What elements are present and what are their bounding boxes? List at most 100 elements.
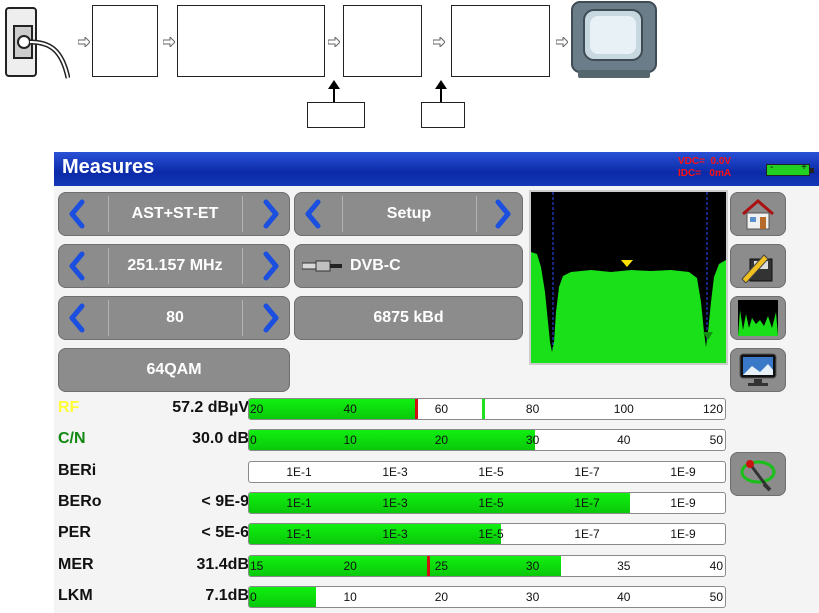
measure-tick-label: 1E-1 — [286, 465, 312, 479]
symbol-rate-button[interactable]: 6875 kBd — [294, 296, 523, 340]
measure-label: PER — [58, 524, 91, 541]
measure-tick-label: 60 — [434, 402, 449, 416]
measure-tick-label: 50 — [709, 590, 723, 604]
diagram-input-box-2 — [421, 102, 465, 128]
measure-tick-label: 10 — [343, 433, 357, 447]
measure-value: < 9E-9 — [201, 493, 249, 510]
home-icon — [742, 199, 774, 230]
measure-value: 7.1dB — [205, 587, 249, 604]
separator — [242, 300, 243, 336]
measure-tick-label: 15 — [250, 559, 264, 573]
battery-plus-sign: + — [801, 162, 807, 173]
battery-icon: - + — [766, 162, 814, 176]
page-title: Measures — [62, 156, 155, 178]
measure-tick-label: 1E-1 — [286, 496, 312, 510]
separator — [108, 248, 109, 284]
measure-label: LKM — [58, 587, 93, 604]
measure-bar-marker — [427, 556, 431, 576]
edit-save-icon — [741, 254, 773, 283]
television-icon — [571, 1, 657, 78]
measure-bar: 1E-1 1E-3 1E-5 1E-7 1E-9 — [248, 492, 726, 514]
separator — [242, 196, 243, 232]
channel-value[interactable]: 80 — [110, 296, 240, 340]
diagram-input-box-1 — [307, 102, 365, 128]
separator — [108, 300, 109, 336]
measure-tick-label: 100 — [613, 402, 634, 416]
measure-bar: 0 10 20 30 40 50 — [248, 429, 726, 451]
measure-tick-label: 40 — [617, 433, 631, 447]
diagram-block-3 — [343, 5, 422, 77]
satellite-value[interactable]: AST+ST-ET — [110, 192, 240, 236]
measure-tick-label: 20 — [434, 590, 449, 604]
measure-label: BERo — [58, 493, 102, 510]
flow-arrow-icon — [78, 37, 90, 47]
measure-tick-label: 30 — [525, 590, 540, 604]
antenna-pointing-button[interactable] — [730, 452, 786, 496]
channel-selector: 80 — [58, 296, 290, 340]
measure-bar: 15 20 25 30 35 40 — [248, 555, 726, 577]
tv-button[interactable] — [730, 348, 786, 392]
measure-bar-fill — [249, 430, 535, 450]
chevron-right-icon[interactable] — [254, 198, 286, 230]
modulation-button[interactable]: 64QAM — [58, 348, 290, 392]
separator — [342, 196, 343, 232]
diagram-block-4 — [451, 5, 550, 77]
measure-bar-marker — [414, 399, 418, 419]
chevron-left-icon[interactable] — [62, 198, 94, 230]
chevron-right-icon[interactable] — [486, 198, 518, 230]
measure-bar-fill — [249, 556, 561, 576]
antenna-pointing-icon — [740, 460, 776, 492]
chevron-right-icon[interactable] — [254, 302, 286, 334]
flow-arrow-icon — [433, 37, 445, 47]
flow-arrow-icon — [556, 37, 568, 47]
measure-tick-label: 50 — [709, 433, 723, 447]
measure-value: 30.0 dB — [192, 430, 249, 447]
measure-bar-fill — [249, 399, 416, 419]
chevron-right-icon[interactable] — [254, 250, 286, 282]
measure-tick-label: 1E-3 — [382, 465, 408, 479]
symbol-rate-value: 6875 kBd — [373, 309, 444, 326]
modulation-value: 64QAM — [146, 361, 202, 378]
chevron-left-icon[interactable] — [62, 250, 94, 282]
measure-label: BERi — [58, 462, 97, 479]
measure-tick-label: 1E-5 — [478, 527, 504, 541]
measure-tick-label: 40 — [343, 402, 357, 416]
measure-label: MER — [58, 556, 94, 573]
flow-arrow-icon — [328, 37, 340, 47]
measures-panel: Measures VDC= 0.0V IDC= 0mA - + AST+ST-E… — [54, 152, 819, 613]
spectrum-button[interactable] — [730, 296, 786, 340]
measure-tick-label: 1E-5 — [478, 496, 504, 510]
input-arrow-head — [328, 80, 340, 89]
measure-tick-label: 0 — [250, 590, 257, 604]
chevron-left-icon[interactable] — [62, 302, 94, 334]
measure-tick-label: 1E-3 — [382, 527, 408, 541]
tv-icon — [739, 353, 777, 386]
flow-arrow-icon — [163, 37, 175, 47]
setup-selector: Setup — [294, 192, 523, 236]
measure-bar: 20 40 60 80 100 120 — [248, 398, 726, 420]
coax-connector-icon — [302, 260, 342, 272]
battery-minus-sign: - — [770, 162, 774, 173]
input-arrow-head — [435, 80, 447, 89]
frequency-selector: 251.157 MHz — [58, 244, 290, 288]
frequency-value[interactable]: 251.157 MHz — [110, 244, 240, 288]
measure-tick-label: 30 — [525, 559, 540, 573]
standard-button[interactable]: DVB-C — [294, 244, 523, 288]
separator — [242, 248, 243, 284]
setup-value[interactable]: Setup — [344, 192, 474, 236]
measure-tick-label: 40 — [709, 559, 723, 573]
measure-bar: 1E-1 1E-3 1E-5 1E-7 1E-9 — [248, 523, 726, 545]
measure-tick-label: 1E-1 — [286, 527, 312, 541]
measure-tick-label: 20 — [434, 433, 449, 447]
input-arrow-line — [333, 88, 335, 102]
antenna-connector-icon — [5, 7, 70, 79]
home-button[interactable] — [730, 192, 786, 236]
measure-value: 31.4dB — [196, 556, 249, 573]
spectrum-display[interactable] — [529, 190, 728, 365]
measure-tick-label: 1E-7 — [574, 527, 600, 541]
edit-save-button[interactable] — [730, 244, 786, 288]
measure-value: < 5E-6 — [201, 524, 249, 541]
chevron-left-icon[interactable] — [298, 198, 330, 230]
measure-tick-label: 40 — [617, 590, 631, 604]
vdc-readout: VDC= 0.0V — [678, 156, 732, 167]
